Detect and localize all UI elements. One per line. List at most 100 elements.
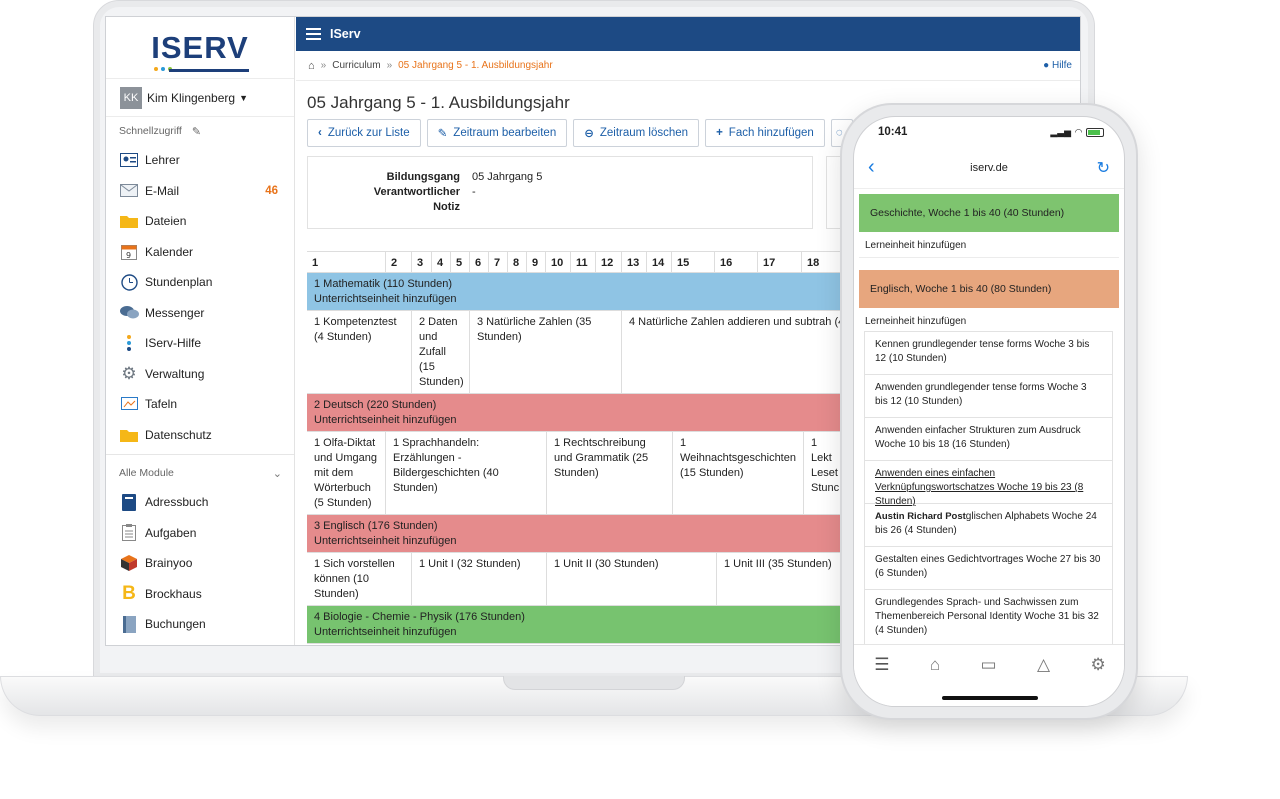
sidebar-item-aufgaben[interactable]: Aufgaben xyxy=(106,518,294,549)
add-learning-unit-link[interactable]: Lerneinheit hinzufügen xyxy=(859,232,1119,258)
unit-cell[interactable]: 1 Olfa-Diktat und Umgang mit dem Wörterb… xyxy=(307,432,386,514)
week-cell: 7 xyxy=(489,252,508,273)
pencil-icon[interactable]: ✎ xyxy=(192,125,201,138)
list-item[interactable]: Kennen grundlegender tense forms Woche 3… xyxy=(865,332,1112,375)
button-label: Fach hinzufügen xyxy=(728,127,814,139)
sidebar-item-email[interactable]: E-Mail 46 xyxy=(106,176,294,207)
home-icon[interactable]: ⌂ xyxy=(308,60,315,72)
sidebar-item-adressbuch[interactable]: Adressbuch xyxy=(106,487,294,518)
unit-cell[interactable]: 1 Unit III (35 Stunden) xyxy=(717,553,837,605)
chevron-down-icon[interactable]: ⌄ xyxy=(273,467,282,480)
board-icon xyxy=(119,396,139,412)
sidebar-item-iserv-hilfe[interactable]: IServ-Hilfe xyxy=(106,328,294,359)
list-item[interactable]: Gestalten eines Gedichtvortrages Woche 2… xyxy=(865,547,1112,590)
help-label: Hilfe xyxy=(1051,60,1072,71)
clock-icon xyxy=(119,274,139,291)
sidebar-item-stundenplan[interactable]: Stundenplan xyxy=(106,267,294,298)
unit-cell[interactable]: 1 Kompetenztest (4 Stunden) xyxy=(307,311,412,393)
sidebar-label: Aufgaben xyxy=(145,525,197,540)
sidebar-label: Dateien xyxy=(145,214,187,229)
unread-badge: 46 xyxy=(265,184,278,197)
delete-period-button[interactable]: ⊖ Zeitraum löschen xyxy=(573,119,700,147)
week-cell: 16 xyxy=(715,252,758,273)
unit-cell[interactable]: 2 Daten und Zufall (15 Stunden) xyxy=(412,311,470,393)
caret-down-icon: ▼ xyxy=(239,92,248,103)
add-subject-button[interactable]: + Fach hinzufügen xyxy=(705,119,825,147)
unit-cell[interactable]: 1 Lekt Leset Stunc xyxy=(804,432,844,514)
unit-cell[interactable]: 1 Unit I (32 Stunden) xyxy=(412,553,547,605)
subject-band-englisch[interactable]: Englisch, Woche 1 bis 40 (80 Stunden) xyxy=(859,270,1119,308)
envelope-icon xyxy=(119,183,139,199)
sidebar-item-tafeln[interactable]: Tafeln xyxy=(106,389,294,420)
sidebar-item-lehrer[interactable]: Lehrer xyxy=(106,145,294,176)
band-label: Englisch, Woche 1 bis 40 (80 Stunden) xyxy=(870,283,1052,295)
band-label: Geschichte, Woche 1 bis 40 (40 Stunden) xyxy=(870,207,1065,219)
gear-icon[interactable]: ⚙ xyxy=(1091,655,1106,706)
plus-icon: + xyxy=(716,127,723,139)
week-cell: 14 xyxy=(647,252,672,273)
week-cell: 15 xyxy=(672,252,715,273)
info-label: Notiz xyxy=(433,201,460,213)
list-item[interactable]: Anwenden einfacher Strukturen zum Ausdru… xyxy=(865,418,1112,461)
top-bar: IServ xyxy=(296,17,1080,51)
back-chevron-icon[interactable]: ‹ xyxy=(868,156,888,179)
week-cell: 4 xyxy=(432,252,451,273)
sidebar: ISERV KK Kim Klingenberg ▼ Schnellzugrif… xyxy=(106,17,295,645)
list-item[interactable]: Grundlegendes Sprach- und Sachwissen zum… xyxy=(865,590,1112,646)
sidebar-item-datenschutz[interactable]: Datenschutz xyxy=(106,420,294,451)
list-item[interactable]: Austin Richard Postglischen Alphabets Wo… xyxy=(865,504,1112,547)
info-value: - xyxy=(472,186,476,198)
sidebar-item-dateien[interactable]: Dateien xyxy=(106,206,294,237)
sidebar-label: Adressbuch xyxy=(145,495,209,510)
chat-bubbles-icon xyxy=(119,305,139,321)
info-label: Verantwortlicher xyxy=(373,186,460,198)
sidebar-item-messenger[interactable]: Messenger xyxy=(106,298,294,329)
svg-text:9: 9 xyxy=(126,251,131,260)
unit-cell[interactable]: 1 Sich vorstellen können (10 Stunden) xyxy=(307,553,412,605)
list-item[interactable]: Anwenden grundlegender tense forms Woche… xyxy=(865,375,1112,418)
all-modules-header[interactable]: Alle Module ⌄ xyxy=(106,459,294,487)
unit-cell[interactable]: 1 Unit II (30 Stunden) xyxy=(547,553,717,605)
home-icon[interactable]: ⌂ xyxy=(930,655,940,706)
user-menu[interactable]: KK Kim Klingenberg ▼ xyxy=(106,79,294,117)
week-cell: 1 xyxy=(307,252,386,273)
week-cell: 2 xyxy=(386,252,412,273)
list-item[interactable]: Anwenden eines einfachen Verknüpfungswor… xyxy=(865,461,1112,507)
address-book-icon xyxy=(119,493,139,511)
edit-period-button[interactable]: ✎ Zeitraum bearbeiten xyxy=(426,119,568,147)
breadcrumb-separator: » xyxy=(320,60,327,71)
avatar: KK xyxy=(120,86,142,109)
subject-band-geschichte[interactable]: Geschichte, Woche 1 bis 40 (40 Stunden) xyxy=(859,194,1119,232)
sidebar-item-kalender[interactable]: 9 Kalender xyxy=(106,237,294,268)
bell-icon[interactable]: △ xyxy=(1037,655,1050,706)
menu-icon[interactable]: ☰ xyxy=(874,655,889,706)
reload-icon[interactable]: ↻ xyxy=(1090,158,1110,178)
breadcrumb-curriculum[interactable]: Curriculum xyxy=(332,60,380,71)
sidebar-label: Verwaltung xyxy=(145,366,205,381)
unit-cell[interactable]: 1 Rechtschreibung und Grammatik (25 Stun… xyxy=(547,432,673,514)
sidebar-item-verwaltung[interactable]: ⚙ Verwaltung xyxy=(106,359,294,390)
sidebar-item-brockhaus[interactable]: B Brockhaus xyxy=(106,579,294,610)
sidebar-item-brainyoo[interactable]: Brainyoo xyxy=(106,548,294,579)
button-label: Zeitraum bearbeiten xyxy=(453,127,557,139)
iserv-logo[interactable]: ISERV xyxy=(106,17,294,79)
back-to-list-button[interactable]: ‹ Zurück zur Liste xyxy=(307,119,421,147)
sidebar-label: Datenschutz xyxy=(145,427,212,442)
info-value: 05 Jahrgang 5 xyxy=(472,171,543,183)
minus-circle-icon: ⊖ xyxy=(584,128,594,140)
help-link[interactable]: ● Hilfe xyxy=(1043,60,1072,71)
week-cell: 12 xyxy=(596,252,622,273)
add-learning-unit-link[interactable]: Lerneinheit hinzufügen xyxy=(859,308,1119,331)
unit-cell[interactable]: 3 Natürliche Zahlen (35 Stunden) xyxy=(470,311,622,393)
brockhaus-b-icon: B xyxy=(122,582,136,604)
hamburger-menu-icon[interactable] xyxy=(306,25,321,43)
unit-cell[interactable]: 1 Weihnachtsgeschichten (15 Stunden) xyxy=(673,432,804,514)
status-time: 10:41 xyxy=(878,126,908,138)
breadcrumb-current: 05 Jahrgang 5 - 1. Ausbildungsjahr xyxy=(398,60,553,71)
unit-cell[interactable]: 1 Sprachhandeln: Erzählungen - Bilderges… xyxy=(386,432,547,514)
week-cell: 5 xyxy=(451,252,470,273)
week-cell: 6 xyxy=(470,252,489,273)
sidebar-item-buchungen[interactable]: Buchungen xyxy=(106,609,294,640)
teacher-card-icon xyxy=(119,152,139,168)
all-modules-label: Alle Module xyxy=(119,467,174,479)
